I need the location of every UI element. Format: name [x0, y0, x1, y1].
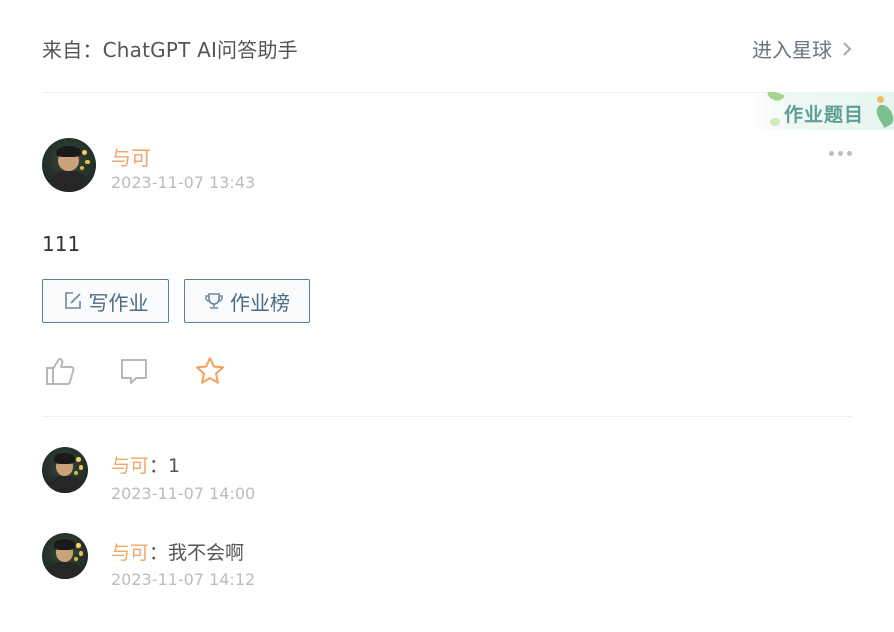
leaf-decoration [873, 101, 894, 129]
comment-separator: ： [149, 455, 169, 477]
comment-icon[interactable] [118, 355, 150, 387]
write-homework-button[interactable]: 写作业 [42, 279, 169, 323]
divider [42, 416, 852, 417]
source-label: 来自：ChatGPT AI问答助手 [42, 38, 298, 62]
leaf-decoration [770, 118, 780, 126]
more-options-button[interactable] [829, 151, 853, 157]
comment-item: 与可：1 [111, 451, 180, 478]
chevron-right-icon [843, 41, 852, 56]
homework-rank-button[interactable]: 作业榜 [184, 279, 310, 323]
post-time: 2023-11-07 13:43 [111, 173, 256, 192]
homework-badge: 作业题目 [752, 92, 894, 130]
author-name[interactable]: 与可 [111, 142, 151, 171]
comment-text: 1 [168, 455, 181, 477]
dot-decoration [877, 96, 884, 103]
write-homework-label: 写作业 [88, 290, 149, 315]
trophy-icon [205, 293, 223, 309]
author-avatar[interactable] [42, 138, 96, 192]
edit-icon [64, 292, 81, 309]
comment-author[interactable]: 与可 [111, 455, 149, 477]
comment-text: 我不会啊 [168, 542, 245, 564]
enter-planet-link[interactable]: 进入星球 [752, 34, 852, 63]
post-header: 来自：ChatGPT AI问答助手 进入星球 [42, 0, 852, 93]
enter-planet-label: 进入星球 [752, 38, 832, 62]
leaf-decoration [765, 92, 785, 103]
post-content: 111 [42, 232, 81, 256]
comment-separator: ： [149, 542, 169, 564]
comment-item: 与可：我不会啊 [111, 538, 244, 565]
homework-badge-label: 作业题目 [784, 104, 865, 126]
thumbs-up-icon[interactable] [44, 355, 76, 387]
comment-avatar[interactable] [42, 447, 88, 493]
comment-author[interactable]: 与可 [111, 542, 149, 564]
star-icon[interactable] [194, 355, 226, 387]
homework-rank-label: 作业榜 [230, 290, 290, 315]
comment-avatar[interactable] [42, 533, 88, 579]
comment-time: 2023-11-07 14:12 [111, 570, 256, 589]
comment-time: 2023-11-07 14:00 [111, 484, 256, 503]
